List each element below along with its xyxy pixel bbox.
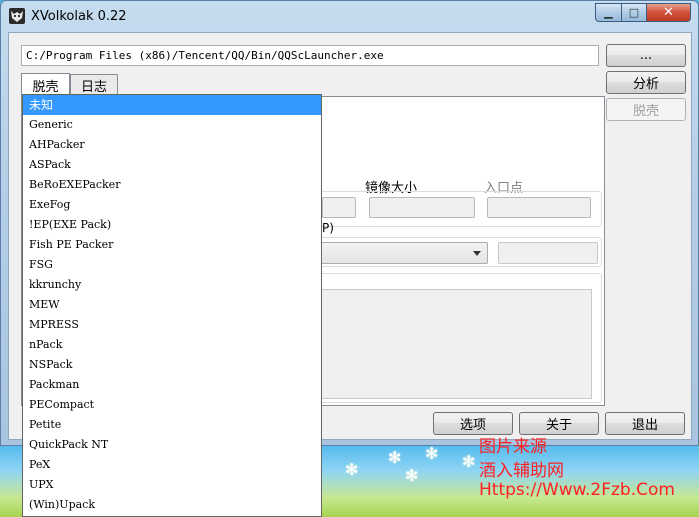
list-item[interactable]: FSG xyxy=(23,255,321,275)
list-item[interactable]: QuickPack NT xyxy=(23,435,321,455)
list-item[interactable]: PECompact xyxy=(23,395,321,415)
wolf-icon xyxy=(9,8,25,24)
chevron-down-icon xyxy=(473,251,481,256)
list-item[interactable]: (Win)Upack xyxy=(23,495,321,515)
list-item[interactable]: ExeFog xyxy=(23,195,321,215)
maximize-icon: □ xyxy=(628,6,640,19)
list-item[interactable]: Generic xyxy=(23,115,321,135)
tab-log[interactable]: 日志 xyxy=(70,74,118,96)
list-item[interactable]: kkrunchy xyxy=(23,275,321,295)
window-title: XVolkolak 0.22 xyxy=(31,9,127,24)
watermark-line-2: 酒入辅助网 xyxy=(479,461,564,481)
flower-decoration: ✻ xyxy=(388,448,402,467)
title-bar[interactable]: XVolkolak 0.22 ▁ □ ✕ xyxy=(1,1,698,31)
maximize-button[interactable]: □ xyxy=(621,3,647,22)
list-item[interactable]: Fish PE Packer xyxy=(23,235,321,255)
flower-decoration: ✻ xyxy=(425,444,439,463)
flower-decoration: ✻ xyxy=(345,460,359,479)
list-item[interactable]: AHPacker xyxy=(23,135,321,155)
watermark-url: Https://Www.2Fzb.Com xyxy=(479,480,675,500)
analyze-button[interactable]: 分析 xyxy=(606,71,686,94)
watermark-line-1: 图片来源 xyxy=(479,437,547,457)
list-item[interactable]: Petite xyxy=(23,415,321,435)
list-item[interactable]: MPRESS xyxy=(23,315,321,335)
packer-version-field xyxy=(498,242,598,264)
list-item[interactable]: PeX xyxy=(23,455,321,475)
close-icon: ✕ xyxy=(663,5,674,20)
close-button[interactable]: ✕ xyxy=(646,3,691,22)
list-item[interactable]: UPX xyxy=(23,475,321,495)
packer-dropdown-list[interactable]: 未知 Generic AHPacker ASPack BeRoEXEPacker… xyxy=(22,94,322,517)
minimize-button[interactable]: ▁ xyxy=(595,3,622,22)
partial-field xyxy=(322,197,356,218)
flower-decoration: ✻ xyxy=(462,452,476,471)
list-item[interactable]: !EP(EXE Pack) xyxy=(23,215,321,235)
list-item[interactable]: nPack xyxy=(23,335,321,355)
packer-group-label: P) xyxy=(322,221,334,235)
list-item[interactable]: BeRoEXEPacker xyxy=(23,175,321,195)
packer-combobox[interactable] xyxy=(320,242,488,264)
browse-button[interactable]: ... xyxy=(606,44,686,67)
entry-point-field xyxy=(487,197,591,218)
minimize-icon: ▁ xyxy=(604,6,613,19)
exit-button[interactable]: 退出 xyxy=(605,412,685,435)
file-path-input[interactable]: C:/Program Files (x86)/Tencent/QQ/Bin/QQ… xyxy=(21,45,599,66)
image-size-field xyxy=(369,197,475,218)
list-item[interactable]: Packman xyxy=(23,375,321,395)
unpack-button[interactable]: 脱壳 xyxy=(606,98,686,121)
list-item[interactable]: MEW xyxy=(23,295,321,315)
list-item[interactable]: NSPack xyxy=(23,355,321,375)
list-item[interactable]: 未知 xyxy=(23,95,321,115)
flower-decoration: ✻ xyxy=(405,466,419,485)
list-item[interactable]: ASPack xyxy=(23,155,321,175)
output-text-area[interactable] xyxy=(320,289,592,399)
